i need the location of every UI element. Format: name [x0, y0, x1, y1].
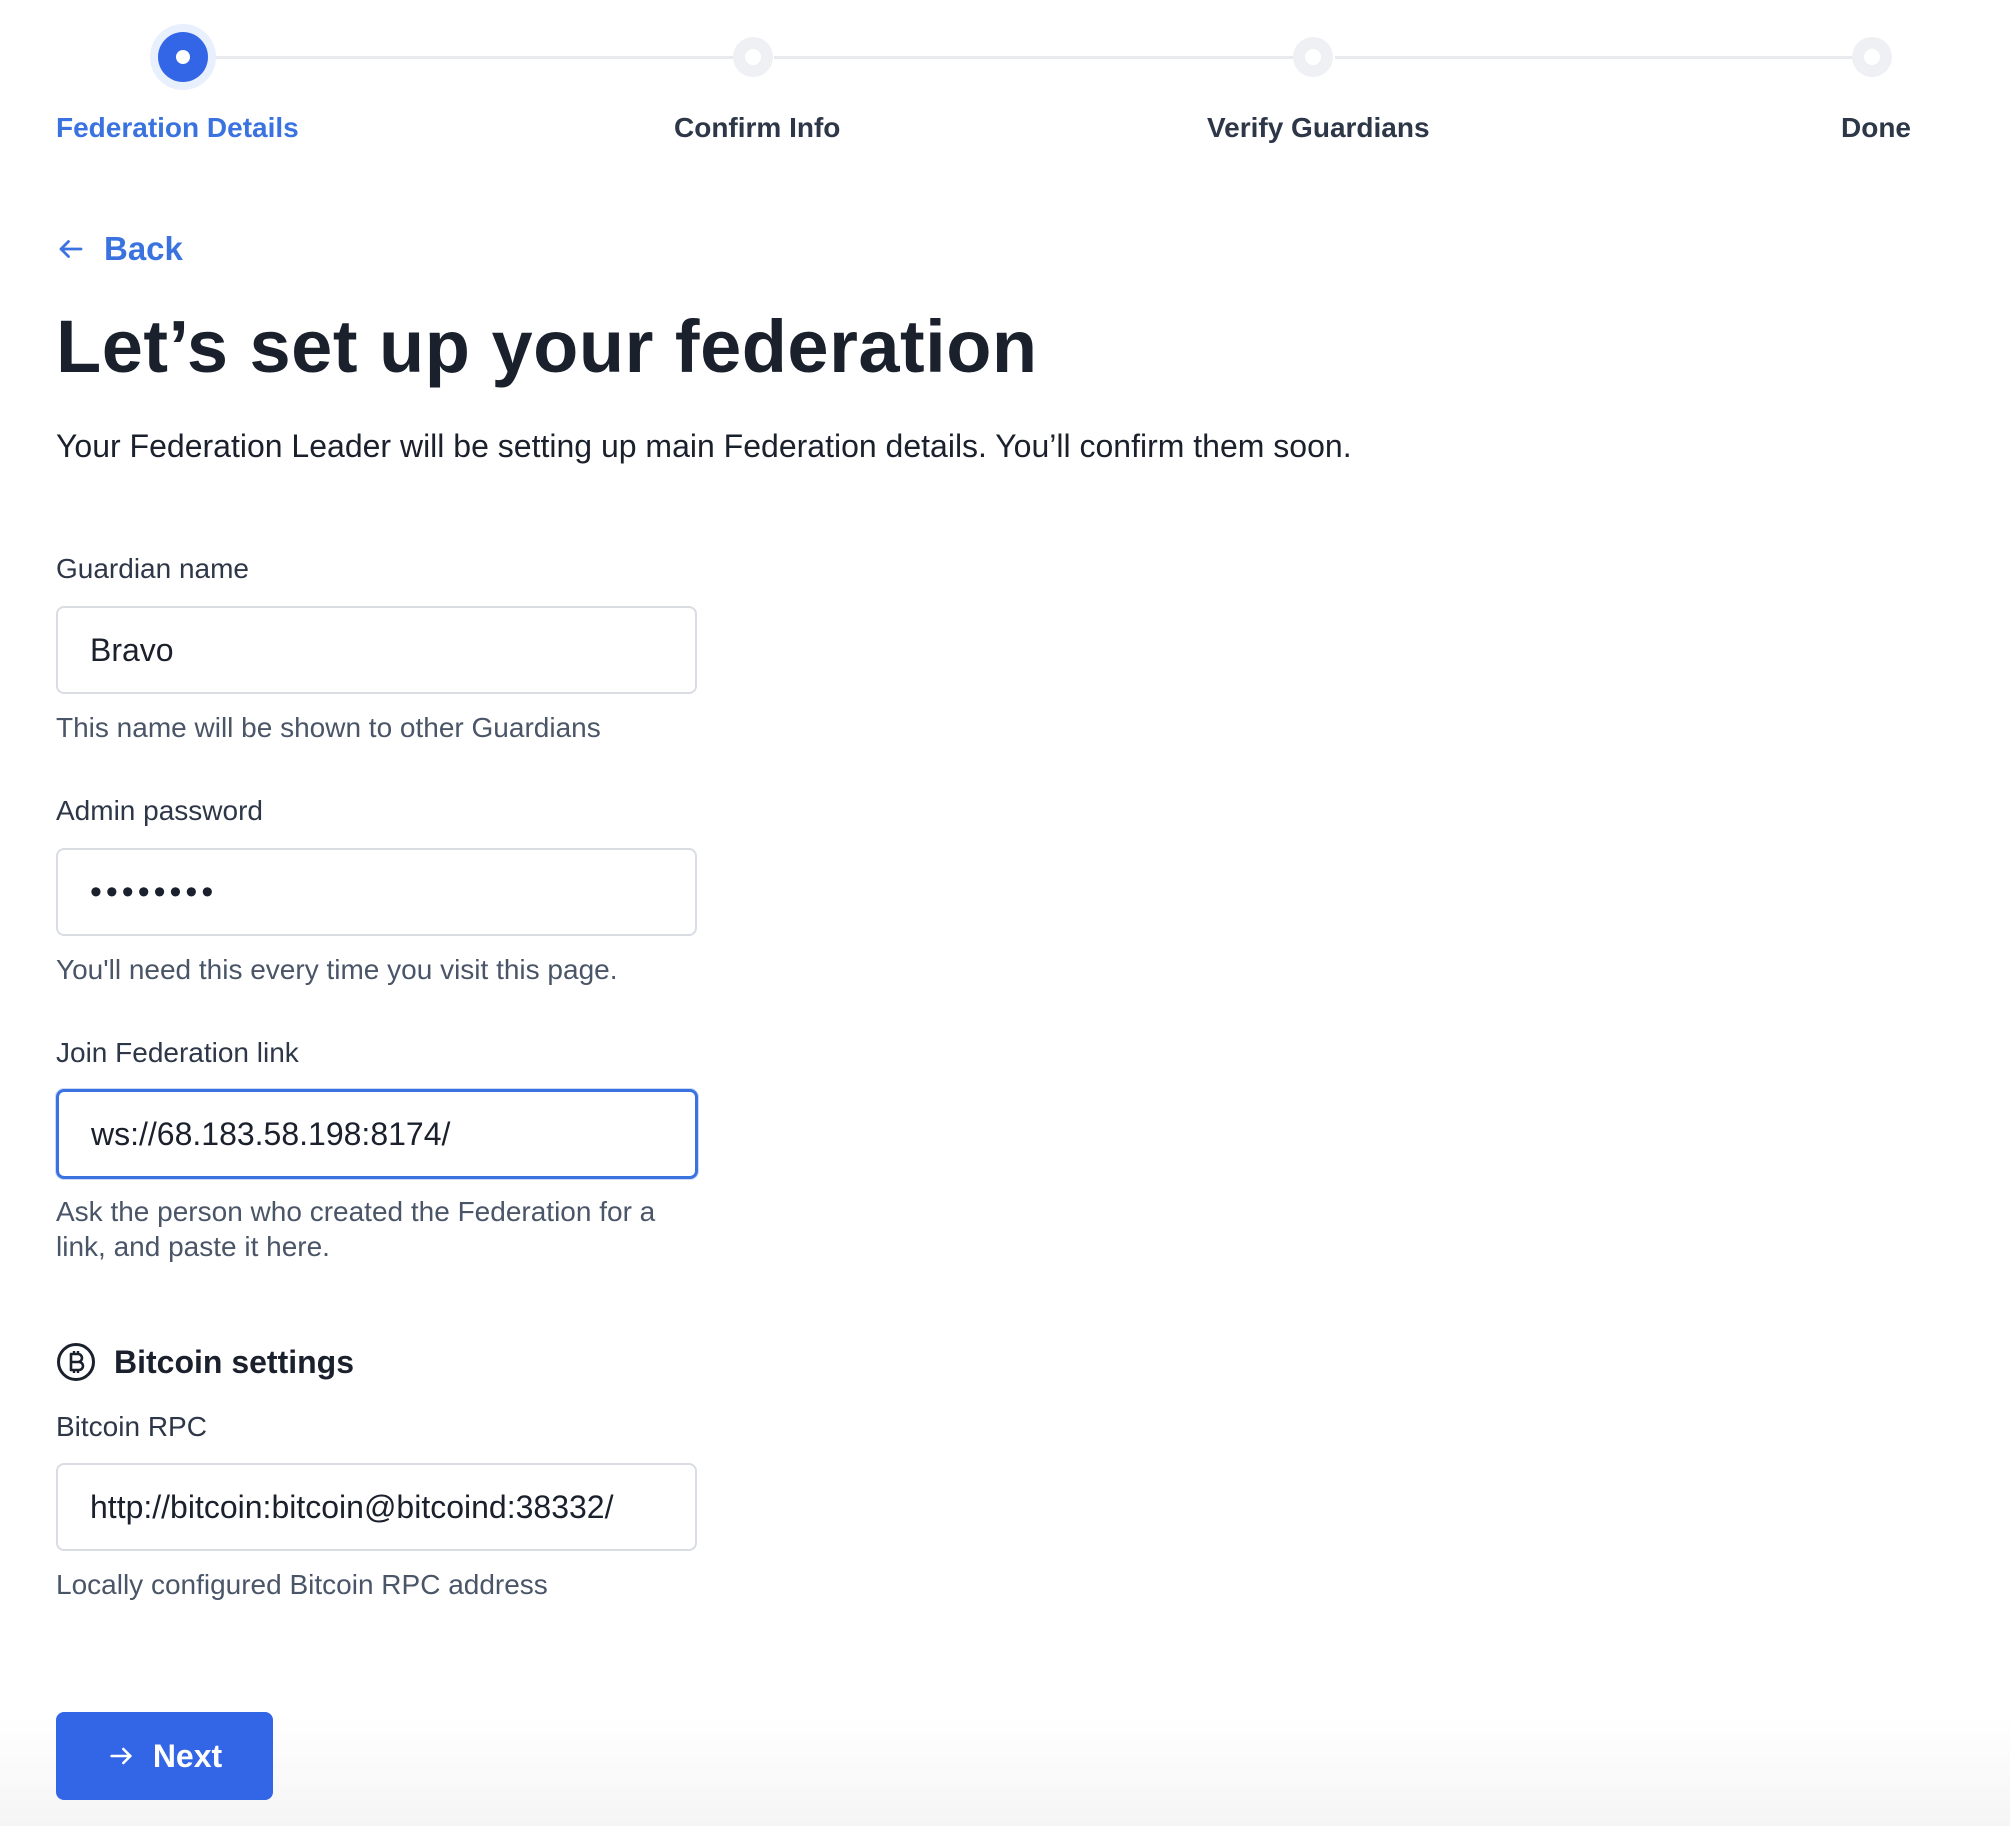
step-label-federation-details: Federation Details — [56, 112, 299, 143]
step-indicator-federation-details — [158, 32, 208, 82]
admin-password-label: Admin password — [56, 795, 263, 826]
join-link-help: Ask the person who created the Federatio… — [56, 1196, 656, 1262]
admin-password-help: You'll need this every time you visit th… — [56, 954, 618, 985]
next-button[interactable]: Next — [56, 1712, 273, 1800]
bitcoin-settings-title: Bitcoin settings — [114, 1343, 355, 1380]
page: Federation Details Confirm Info Verify G… — [0, 0, 2010, 1826]
step-indicator-confirm-info — [733, 37, 773, 77]
step-connector — [1335, 56, 1855, 59]
progress-stepper: Federation Details Confirm Info Verify G… — [0, 0, 2010, 170]
step-indicator-done — [1852, 37, 1892, 77]
page-subtitle: Your Federation Leader will be setting u… — [56, 428, 1352, 464]
step-connector — [203, 56, 733, 59]
step-indicator-verify-guardians — [1293, 37, 1333, 77]
guardian-name-label: Guardian name — [56, 553, 250, 584]
next-label: Next — [152, 1737, 223, 1774]
back-link[interactable]: Back — [56, 230, 183, 268]
back-label: Back — [104, 230, 183, 267]
bottom-fade — [0, 1716, 2010, 1826]
admin-password-input[interactable] — [56, 848, 697, 936]
bitcoin-icon — [57, 1343, 95, 1381]
guardian-name-input[interactable] — [56, 606, 697, 694]
page-title: Let’s set up your federation — [56, 305, 1038, 388]
join-link-label: Join Federation link — [56, 1037, 299, 1068]
step-label-verify-guardians: Verify Guardians — [1207, 112, 1430, 143]
bitcoin-rpc-label: Bitcoin RPC — [56, 1411, 207, 1442]
step-label-confirm-info: Confirm Info — [674, 112, 841, 143]
arrow-left-icon — [59, 240, 83, 258]
step-connector — [774, 56, 1293, 59]
bitcoin-rpc-input[interactable] — [56, 1463, 697, 1551]
guardian-name-help: This name will be shown to other Guardia… — [56, 712, 601, 743]
step-label-done: Done — [1841, 112, 1911, 143]
bitcoin-settings-heading: Bitcoin settings — [56, 1342, 354, 1382]
bitcoin-rpc-help: Locally configured Bitcoin RPC address — [56, 1569, 548, 1600]
join-link-input[interactable] — [56, 1089, 698, 1179]
arrow-right-icon — [110, 1747, 132, 1765]
